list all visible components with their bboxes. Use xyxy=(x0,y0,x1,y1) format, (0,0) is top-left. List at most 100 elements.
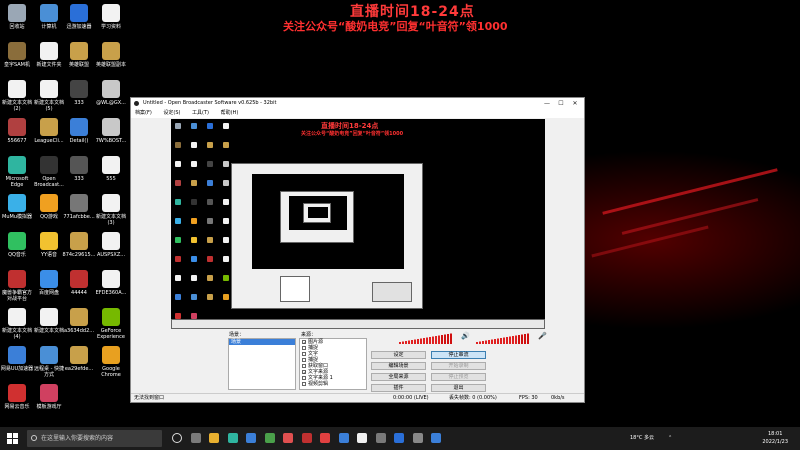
desktop-icon[interactable]: 333 xyxy=(62,80,96,106)
desktop-icon[interactable]: 计算机 xyxy=(32,4,66,30)
stop-stream-button[interactable]: 停止串流 xyxy=(431,351,486,359)
desktop-icon[interactable]: 远程桌 - 快捷方式 xyxy=(32,346,66,378)
minimize-button[interactable]: — xyxy=(540,98,554,109)
desktop-icon[interactable]: MuMu模拟器 xyxy=(0,194,34,220)
edge-icon[interactable] xyxy=(227,433,238,443)
menu-file[interactable]: 档案(F) xyxy=(135,110,152,116)
desktop-icon[interactable]: GeForce Experience xyxy=(94,308,128,340)
app-icon[interactable] xyxy=(320,433,330,443)
chrome-icon[interactable] xyxy=(357,433,367,443)
task-view-icon[interactable] xyxy=(190,433,201,443)
desktop-icon[interactable]: 网易云音乐 xyxy=(0,384,34,410)
menu-help[interactable]: 帮助(H) xyxy=(221,110,239,116)
qq-icon[interactable] xyxy=(338,433,349,443)
uu-icon xyxy=(8,346,26,364)
global-sources-button[interactable]: 全局来源 xyxy=(371,373,426,381)
scene-item[interactable]: 场景 xyxy=(229,339,295,345)
start-recording-button[interactable]: 开始录制 xyxy=(431,362,486,370)
weather-widget[interactable]: 18°C 多云 xyxy=(630,427,654,450)
desktop-icon[interactable]: AUSPSXZ... xyxy=(94,232,128,258)
source-checkbox[interactable] xyxy=(302,375,306,380)
desktop-icon[interactable]: QQ游戏 xyxy=(32,194,66,220)
taskbar-search-box[interactable]: 在这里输入你要搜索的内容 xyxy=(27,430,162,447)
mic-icon[interactable]: 🎤 xyxy=(538,332,547,340)
taskbar-clock[interactable]: 18:01 2022/1/23 xyxy=(762,430,788,446)
desktop-icon[interactable]: ea29efde... xyxy=(62,346,96,372)
desktop-icon[interactable]: 874c29615... xyxy=(62,232,96,258)
desktop-icon[interactable]: 771afcbbe... xyxy=(62,194,96,220)
desktop-icon[interactable]: 新建文本文档 xyxy=(32,308,66,334)
source-checkbox[interactable]: ✓ xyxy=(302,369,306,374)
app-icon[interactable] xyxy=(412,433,423,443)
preview-canvas[interactable]: 直播时间18-24点 关注公众号“酸奶电竞”回复“叶音符”领1000 xyxy=(171,119,545,329)
windows-start-icon[interactable] xyxy=(7,433,18,444)
steam-icon[interactable] xyxy=(431,433,441,443)
meter-bar xyxy=(512,336,514,344)
desktop-icon[interactable]: 新建文件夹 xyxy=(32,42,66,68)
desktop-icon[interactable]: 新建文本文档(4) xyxy=(0,308,34,340)
recycle-bin-icon xyxy=(8,4,26,22)
clock-time: 18:01 xyxy=(767,431,783,437)
desktop-icon[interactable]: 魔兽争霸官方对战平台 xyxy=(0,270,34,302)
close-button[interactable]: ✕ xyxy=(568,98,582,109)
desktop-icon[interactable]: EFDE360A... xyxy=(94,270,128,296)
tray-chevron-icon[interactable]: ⌃ xyxy=(668,427,672,450)
plugins-button[interactable]: 插件 xyxy=(371,384,426,392)
app-icon[interactable] xyxy=(283,433,293,443)
desktop-icon[interactable]: 皇宇SAM机 xyxy=(0,42,34,68)
desktop-icon[interactable]: @WL@GX... xyxy=(94,80,128,106)
desktop-icon[interactable]: 新建文本文档(3) xyxy=(94,194,128,226)
source-checkbox[interactable] xyxy=(302,351,306,356)
preview-mini-icon xyxy=(207,275,213,281)
menu-settings[interactable]: 设定(S) xyxy=(163,110,180,116)
desktop-icon[interactable]: YY语音 xyxy=(32,232,66,258)
meter-bar xyxy=(438,335,440,344)
source-checkbox[interactable] xyxy=(302,357,306,362)
desktop-icon[interactable]: 模板游戏厅 xyxy=(32,384,66,410)
speaker-icon[interactable]: 🔊 xyxy=(461,332,470,340)
desktop-icon[interactable]: LeagueCli... xyxy=(32,118,66,144)
desktop-icon[interactable]: 迅游加速器 xyxy=(62,4,96,30)
desktop-icon[interactable]: 新建文本文档(5) xyxy=(32,80,66,112)
edit-scene-button[interactable]: 编辑场景 xyxy=(371,362,426,370)
desktop-icon[interactable]: Open Broadcast... xyxy=(32,156,66,188)
desktop-icon[interactable]: 英雄联盟 xyxy=(62,42,96,68)
netease-icon[interactable] xyxy=(301,433,312,443)
obs-titlebar[interactable]: Untitled - Open Broadcaster Software v0.… xyxy=(131,98,584,109)
exit-button[interactable]: 退出 xyxy=(431,384,486,392)
desktop-icon[interactable]: 44444 xyxy=(62,270,96,296)
desktop-icon[interactable]: QQ音乐 xyxy=(0,232,34,258)
menu-tools[interactable]: 工具(T) xyxy=(192,110,209,116)
desktop-icon[interactable]: 学习资料 xyxy=(94,4,128,30)
obs-window[interactable]: Untitled - Open Broadcaster Software v0.… xyxy=(130,97,585,403)
terminal-icon[interactable] xyxy=(264,433,275,443)
file-explorer-icon[interactable] xyxy=(209,433,219,443)
sources-list[interactable]: ✓ 图片源 捕捉 文字 捕捉 获取窗口 ✓ 文字来源 文字来源 1 视频剪辑 xyxy=(299,338,367,390)
desktop-icon[interactable]: a3634dd2... xyxy=(62,308,96,334)
scenes-list[interactable]: 场景 xyxy=(228,338,296,390)
maximize-button[interactable]: ☐ xyxy=(554,98,568,109)
desktop-icon[interactable]: Google Chrome xyxy=(94,346,128,378)
steam-icon[interactable] xyxy=(394,433,404,443)
desktop-icon[interactable]: 新建文本文档(2) xyxy=(0,80,34,112)
desktop-icon[interactable]: 英雄联盟副本 xyxy=(94,42,128,68)
source-item[interactable]: 视频剪辑 xyxy=(300,381,366,387)
desktop-icon[interactable]: 7W%BOST... xyxy=(94,118,128,144)
obs-icon[interactable] xyxy=(375,433,386,443)
search-icon[interactable] xyxy=(172,433,182,443)
settings-button[interactable]: 设定 xyxy=(371,351,426,359)
desktop-icon[interactable]: 网易UU加速器 xyxy=(0,346,34,372)
desktop-icon[interactable]: 百度网盘 xyxy=(32,270,66,296)
desktop-icon[interactable]: 556677 xyxy=(0,118,34,144)
source-checkbox[interactable] xyxy=(302,381,306,386)
store-icon[interactable] xyxy=(246,433,256,443)
desktop-icon[interactable]: 555 xyxy=(94,156,128,182)
preview-button[interactable]: 停止预览 xyxy=(431,373,486,381)
desktop-icon[interactable]: 回收站 xyxy=(0,4,34,30)
source-checkbox[interactable] xyxy=(302,345,306,350)
desktop-icon[interactable]: Microsoft Edge xyxy=(0,156,34,188)
desktop-icon[interactable]: Detail() xyxy=(62,118,96,144)
source-checkbox[interactable] xyxy=(302,363,306,368)
source-checkbox[interactable]: ✓ xyxy=(302,339,306,344)
desktop-icon[interactable]: 333 xyxy=(62,156,96,182)
